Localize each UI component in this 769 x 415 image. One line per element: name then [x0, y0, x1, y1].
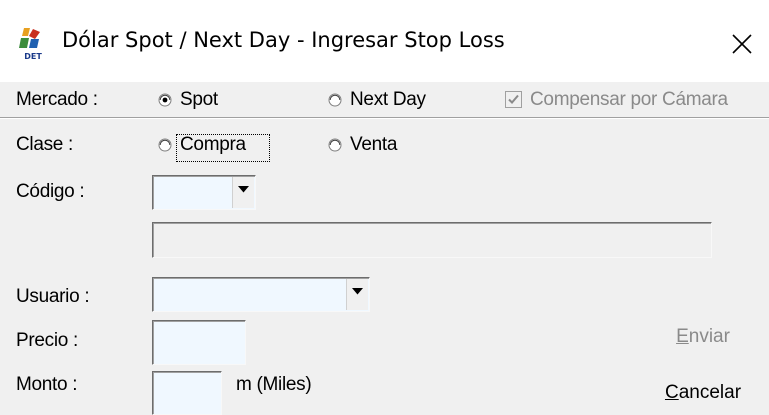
mercado-label: Mercado : — [16, 89, 98, 110]
radio-unchecked-icon — [328, 93, 342, 107]
separator — [0, 117, 769, 119]
radio-next-day-label[interactable]: Next Day — [350, 89, 426, 111]
radio-spot[interactable] — [158, 93, 172, 107]
monto-unit-label: m (Miles) — [236, 374, 312, 395]
radio-compra[interactable] — [158, 138, 172, 152]
radio-venta[interactable] — [328, 138, 342, 152]
radio-checked-icon — [158, 93, 172, 107]
radio-next-day[interactable] — [328, 93, 342, 107]
compensar-checkbox[interactable] — [505, 91, 522, 108]
chevron-down-icon — [238, 186, 249, 193]
title-bar: DET Dólar Spot / Next Day - Ingresar Sto… — [0, 0, 769, 82]
precio-input[interactable] — [152, 320, 246, 365]
radio-unchecked-icon — [158, 138, 172, 152]
close-button[interactable] — [722, 24, 762, 64]
compensar-label: Compensar por Cámara — [530, 89, 728, 110]
clase-label: Clase : — [16, 134, 74, 155]
enviar-label: Enviar — [676, 326, 730, 347]
usuario-dropdown[interactable] — [152, 277, 370, 312]
chevron-down-icon — [352, 288, 363, 295]
cancelar-button[interactable]: Cancelar — [648, 382, 758, 412]
close-icon — [732, 34, 752, 54]
usuario-label: Usuario : — [16, 286, 90, 307]
cancelar-label: Cancelar — [664, 382, 742, 403]
usuario-dropdown-button[interactable] — [346, 279, 368, 310]
radio-unchecked-icon — [328, 138, 342, 152]
det-logo-icon: DET — [18, 26, 48, 62]
monto-input[interactable] — [152, 371, 222, 415]
monto-label: Monto : — [16, 374, 78, 395]
codigo-dropdown-button[interactable] — [232, 177, 254, 208]
radio-compra-label[interactable]: Compra — [180, 134, 246, 156]
svg-text:DET: DET — [24, 52, 42, 61]
dialog-window: DET Dólar Spot / Next Day - Ingresar Sto… — [0, 0, 769, 415]
enviar-button[interactable]: Enviar — [648, 326, 758, 356]
dialog-body: Mercado : Spot Next Day Compensar por Cá… — [0, 82, 769, 415]
checkmark-icon — [508, 94, 519, 104]
radio-spot-label[interactable]: Spot — [180, 89, 218, 111]
radio-venta-label[interactable]: Venta — [350, 134, 397, 156]
codigo-dropdown[interactable] — [152, 175, 256, 210]
descripcion-field — [152, 222, 712, 258]
precio-label: Precio : — [16, 330, 79, 351]
codigo-label: Código : — [16, 181, 85, 202]
window-title: Dólar Spot / Next Day - Ingresar Stop Lo… — [62, 28, 505, 52]
